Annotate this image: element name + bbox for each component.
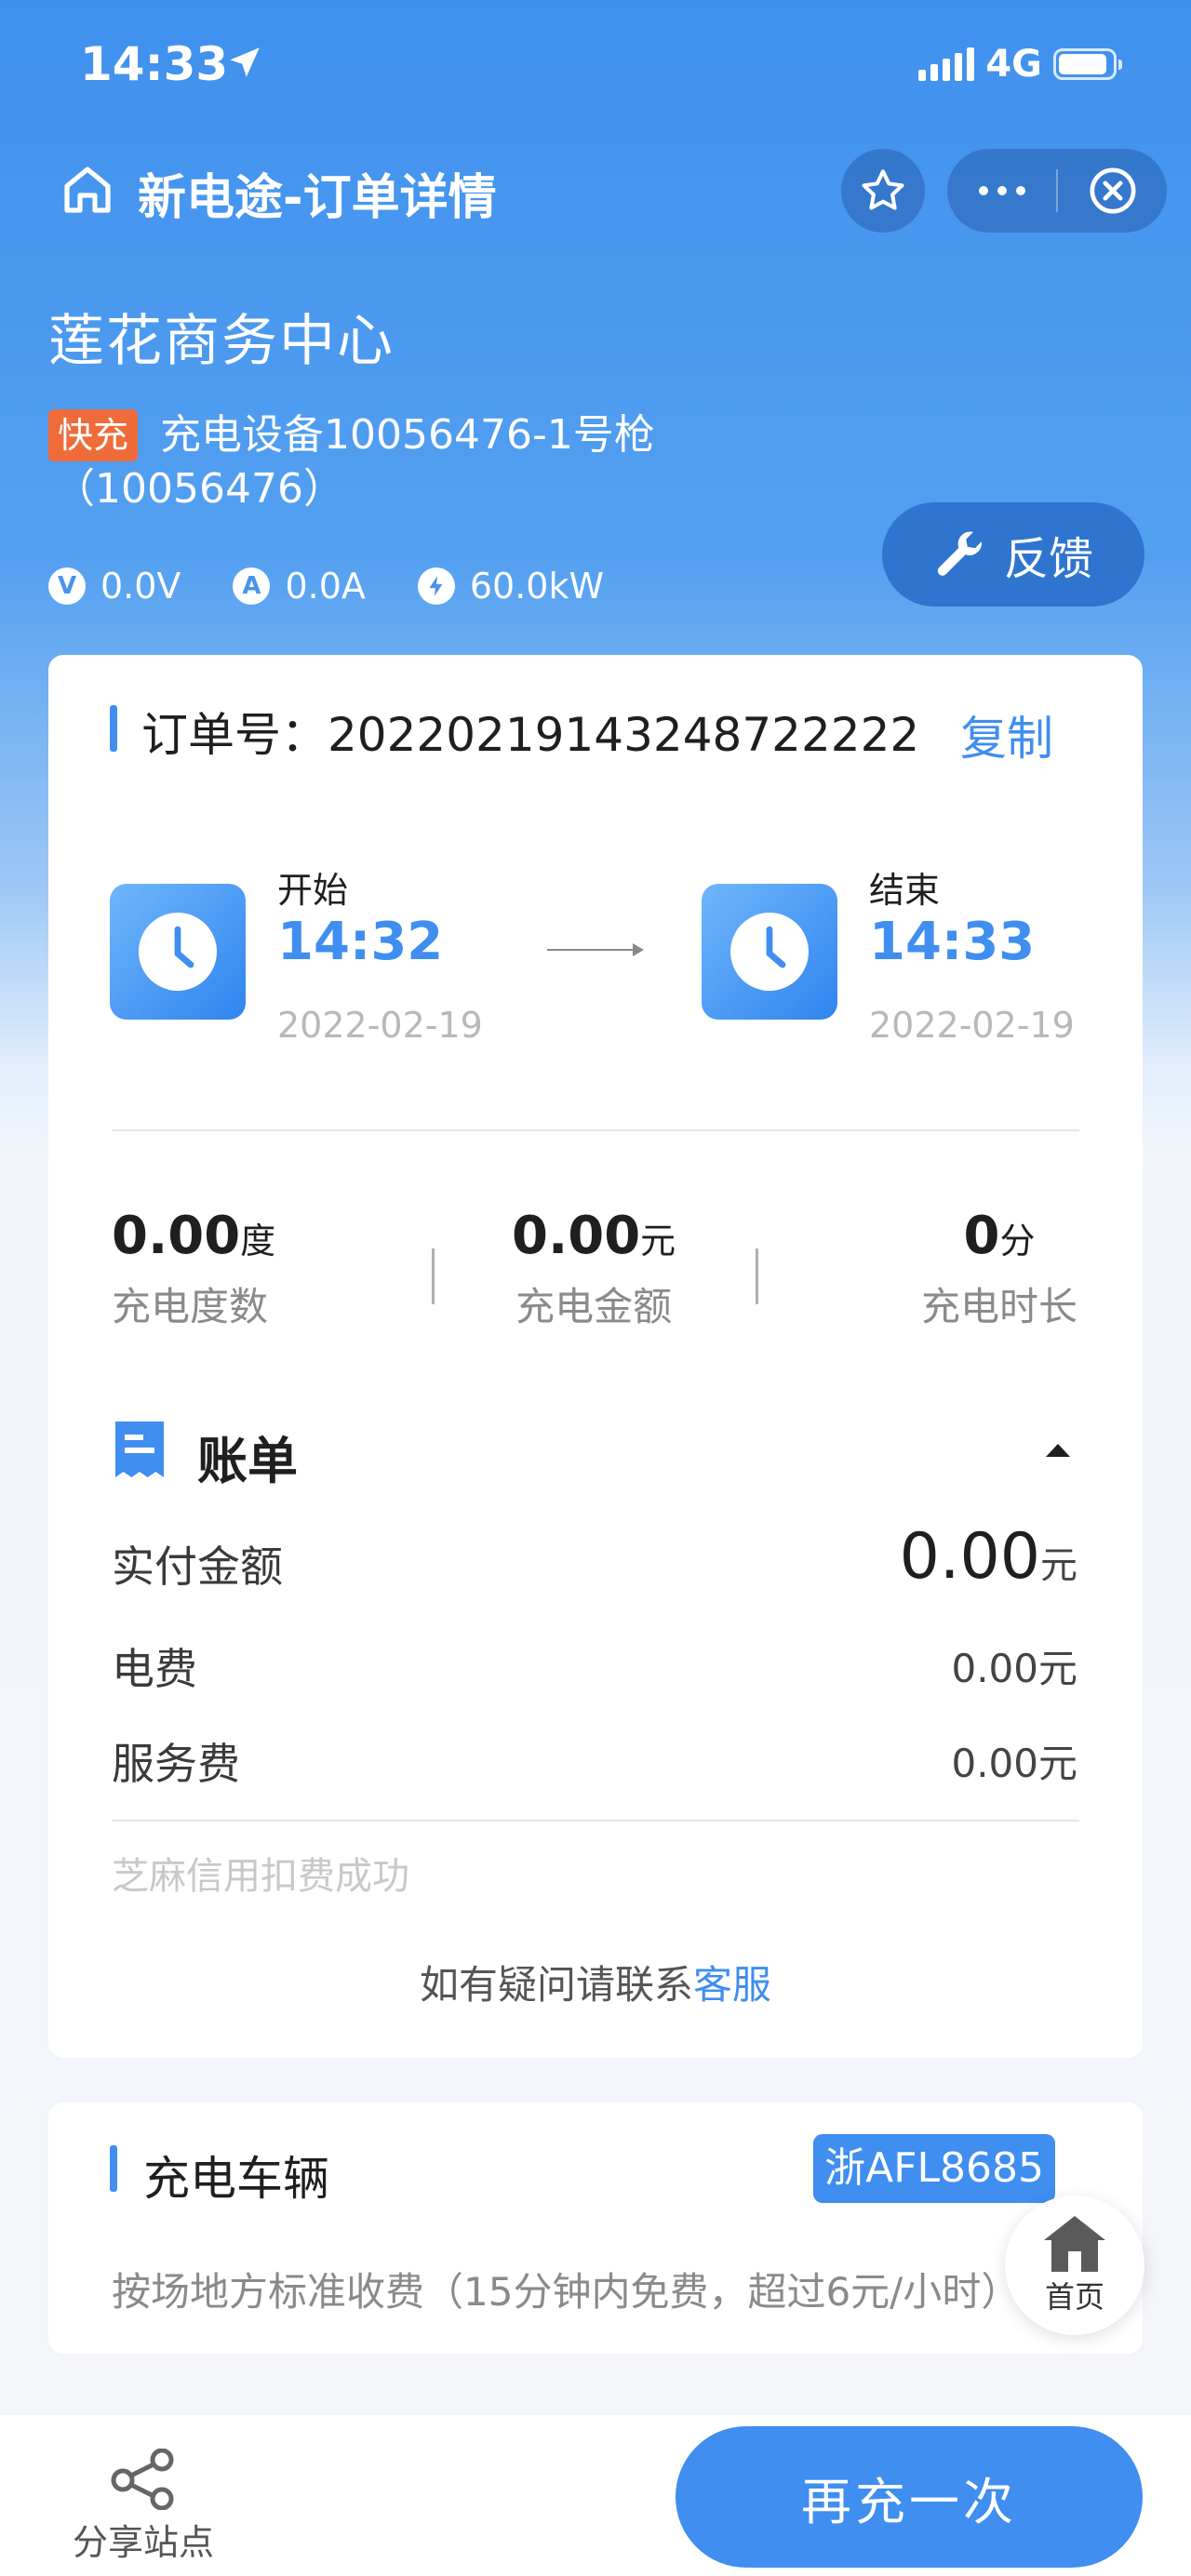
feedback-label: 反馈: [1003, 533, 1093, 585]
customer-service-link[interactable]: 客服: [693, 1962, 771, 2008]
charge-type-badge: 快充: [48, 409, 139, 461]
order-label: 订单号：: [141, 708, 328, 762]
stat-label: 充电度数: [112, 1284, 269, 1329]
home-icon[interactable]: [58, 160, 117, 220]
favorite-button[interactable]: [841, 149, 925, 233]
stat-duration: 0分 充电时长: [921, 1206, 1077, 1332]
wrench-icon: [937, 531, 983, 576]
stat-label: 充电金额: [515, 1284, 673, 1329]
stat-separator: [756, 1248, 758, 1304]
share-label: 分享站点: [73, 2522, 215, 2563]
stat-amount: 0.00元 充电金额: [512, 1206, 676, 1332]
feedback-button[interactable]: 反馈: [882, 502, 1144, 607]
order-card: 订单号：20220219143248722222 复制 开始 14:32 202…: [48, 655, 1143, 2058]
current-value: 0.0A: [285, 566, 366, 607]
section-marker: [110, 2145, 117, 2192]
start-time: 14:32: [277, 912, 444, 972]
status-time: 14:33: [80, 37, 229, 91]
start-date: 2022-02-19: [277, 1005, 483, 1046]
stat-value: 0.00: [112, 1206, 241, 1266]
divider: [112, 1820, 1079, 1822]
start-label: 开始: [277, 870, 349, 911]
license-plate[interactable]: 浙AFL8685: [813, 2134, 1055, 2203]
end-label: 结束: [869, 870, 941, 911]
arrow-right-icon: [547, 943, 644, 956]
paid-unit: 元: [1040, 1544, 1077, 1587]
page-title: 新电途-订单详情: [138, 170, 497, 226]
contact-text: 如有疑问请联系: [419, 1962, 693, 2008]
end-clock-icon: [702, 884, 837, 1020]
signal-icon: [918, 47, 975, 81]
voltage-icon: V: [48, 567, 86, 605]
stat-value: 0: [963, 1206, 1000, 1266]
service-fee-value: 0.00元: [951, 1741, 1077, 1786]
location-arrow-icon: [225, 43, 264, 86]
stat-value: 0.00: [512, 1206, 641, 1266]
close-icon: [1090, 167, 1135, 214]
divider: [112, 1129, 1079, 1131]
order-number-row: 订单号：20220219143248722222: [141, 698, 919, 765]
more-button[interactable]: [947, 149, 1056, 233]
voltage-value: 0.0V: [100, 566, 181, 607]
service-fee-label: 服务费: [112, 1739, 240, 1789]
stat-energy: 0.00度 充电度数: [112, 1206, 275, 1332]
current-icon: A: [233, 567, 271, 605]
network-label: 4G: [985, 43, 1042, 86]
contact-line: 如有疑问请联系客服: [48, 1954, 1143, 2010]
order-number: 20220219143248722222: [328, 708, 920, 762]
vehicle-card: 充电车辆 浙AFL8685 按场地方标准收费（15分钟内免费，超过6元/小时）: [48, 2102, 1143, 2354]
battery-icon: [1053, 48, 1122, 80]
paid-amount: 0.00元: [900, 1520, 1077, 1594]
power-icon: [417, 567, 455, 605]
star-icon: [862, 169, 904, 210]
share-station-button[interactable]: 分享站点: [73, 2449, 214, 2565]
device-name: 充电设备10056476-1号枪: [160, 411, 655, 459]
electricity-value: 0.00元: [951, 1646, 1077, 1691]
start-clock-icon: [110, 884, 246, 1020]
paid-label: 实付金额: [112, 1542, 283, 1592]
house-icon: [1044, 2216, 1105, 2272]
share-icon: [111, 2449, 174, 2510]
end-date: 2022-02-19: [869, 1005, 1075, 1046]
vehicle-title: 充电车辆: [143, 2152, 329, 2206]
bill-title: 账单: [197, 1432, 298, 1490]
recharge-again-button[interactable]: 再充一次: [676, 2426, 1143, 2568]
stat-unit: 元: [640, 1221, 676, 1261]
stat-unit: 分: [999, 1221, 1036, 1261]
section-marker: [110, 705, 117, 752]
credit-note: 芝麻信用扣费成功: [112, 1855, 409, 1898]
home-label: 首页: [1044, 2279, 1104, 2315]
station-name: 莲花商务中心: [48, 309, 395, 374]
device-id: （10056476）: [54, 465, 344, 513]
more-icon: [978, 186, 1025, 195]
close-button[interactable]: [1058, 149, 1167, 233]
electricity-label: 电费: [112, 1644, 197, 1694]
collapse-button[interactable]: [1044, 1442, 1072, 1462]
end-time: 14:33: [869, 912, 1036, 972]
miniprogram-capsule: [947, 149, 1167, 233]
live-metrics: V 0.0V A 0.0A 60.0kW: [48, 566, 604, 607]
caret-up-icon: [1046, 1444, 1070, 1457]
stat-unit: 度: [240, 1221, 276, 1261]
stat-separator: [432, 1248, 435, 1304]
home-float-button[interactable]: 首页: [1005, 2196, 1144, 2335]
receipt-icon: [112, 1418, 167, 1485]
parking-fee-rule: 按场地方标准收费（15分钟内免费，超过6元/小时）: [112, 2269, 1021, 2315]
status-indicators: 4G: [918, 43, 1122, 86]
bottom-bar: 分享站点 再充一次: [0, 2415, 1191, 2576]
power-value: 60.0kW: [469, 566, 605, 607]
copy-button[interactable]: 复制: [960, 701, 1053, 768]
paid-value: 0.00: [899, 1520, 1040, 1594]
stat-label: 充电时长: [920, 1284, 1077, 1329]
